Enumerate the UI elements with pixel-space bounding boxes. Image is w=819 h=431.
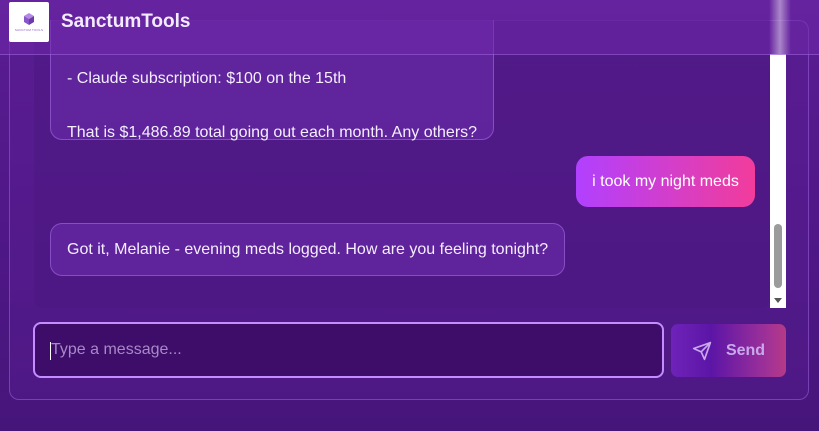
cube-logo-icon bbox=[24, 13, 34, 25]
message-line: - Claude subscription: $100 on the 15th bbox=[67, 70, 347, 87]
message-list[interactable]: - Claude subscription: $100 on the 15th … bbox=[34, 20, 770, 308]
app-logo[interactable]: SANCTUM TOOLS bbox=[9, 2, 49, 42]
app-header: SANCTUM TOOLS SanctumTools bbox=[0, 0, 819, 55]
send-button-label: Send bbox=[725, 341, 766, 359]
header-glow bbox=[769, 0, 791, 54]
message-text: i took my night meds bbox=[592, 172, 739, 190]
app-title: SanctumTools bbox=[61, 11, 191, 32]
text-caret bbox=[50, 342, 51, 360]
scroll-down-arrow-icon[interactable] bbox=[774, 298, 782, 303]
assistant-message: Got it, Melanie - evening meds logged. H… bbox=[50, 223, 565, 276]
send-button[interactable]: Send bbox=[671, 324, 786, 377]
paper-plane-icon bbox=[692, 341, 712, 360]
chat-scrollbar[interactable] bbox=[770, 54, 786, 308]
logo-wordmark: SANCTUM TOOLS bbox=[14, 28, 44, 32]
message-text: Got it, Melanie - evening meds logged. H… bbox=[67, 240, 549, 258]
scrollbar-thumb[interactable] bbox=[774, 224, 782, 288]
message-line: That is $1,486.89 total going out each m… bbox=[67, 124, 478, 141]
message-input-container[interactable] bbox=[33, 322, 664, 378]
user-message: i took my night meds bbox=[576, 156, 755, 207]
message-input[interactable] bbox=[35, 324, 662, 376]
